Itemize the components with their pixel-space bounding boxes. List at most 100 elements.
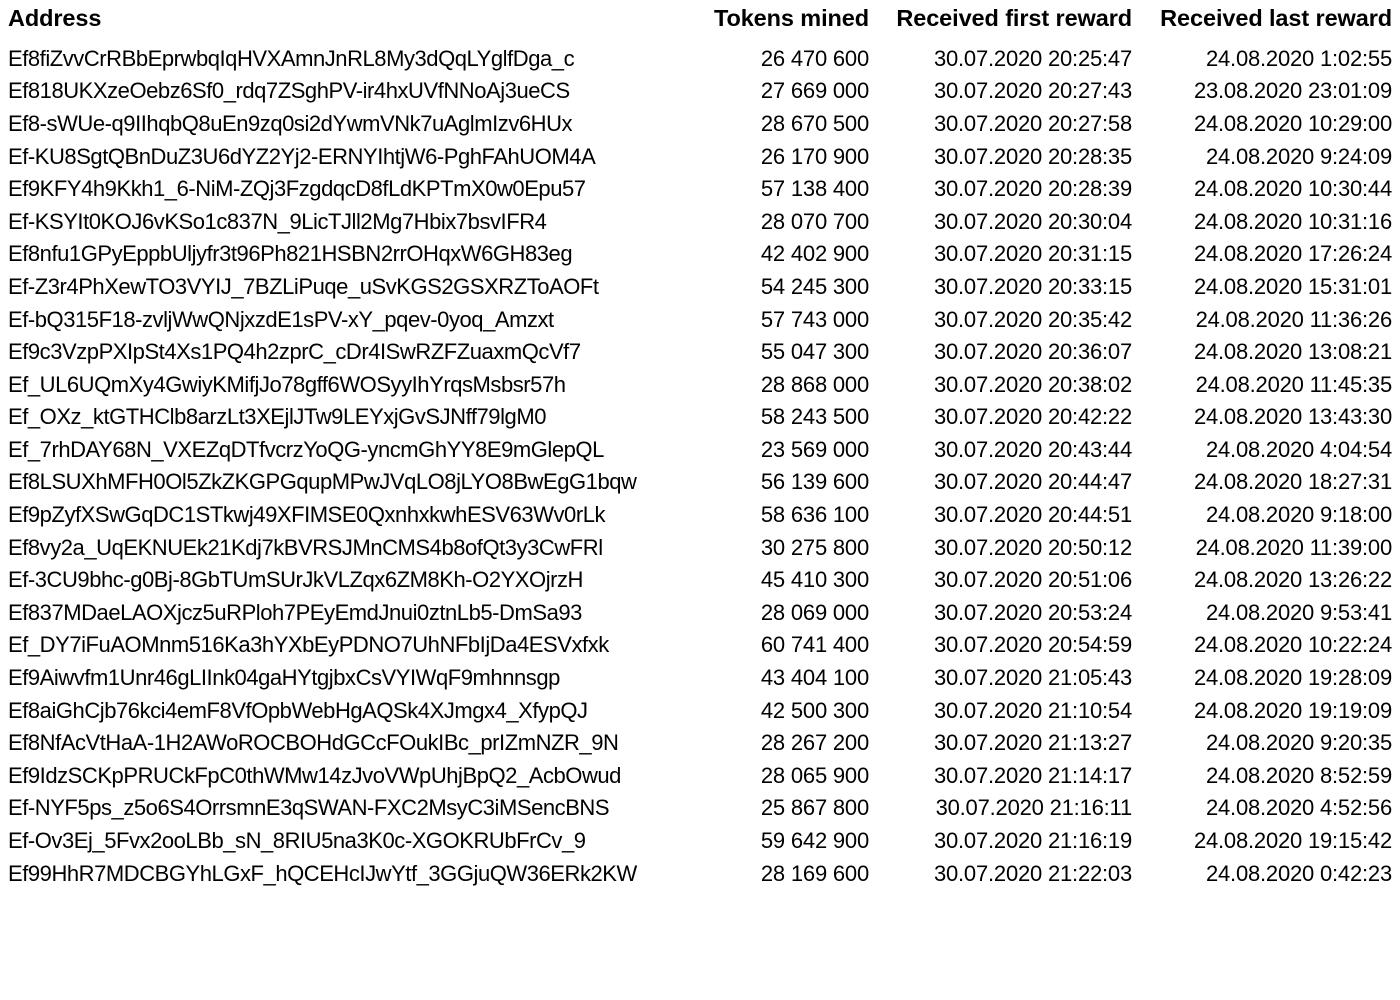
cell-received-last-reward: 24.08.2020 19:15:42 bbox=[1193, 828, 1392, 853]
cell-tokens-mined: 58 636 100 bbox=[760, 502, 869, 528]
cell-tokens-mined: 28 065 900 bbox=[760, 762, 869, 788]
cell-tokens-mined: 28 169 600 bbox=[760, 860, 869, 886]
cell-received-first-reward: 30.07.2020 21:10:54 bbox=[933, 697, 1132, 723]
column-header-received-first-reward: Received first reward bbox=[896, 5, 1132, 31]
cell-tokens-mined: 28 070 700 bbox=[760, 208, 869, 234]
cell-tokens-mined: 43 404 100 bbox=[760, 665, 869, 691]
cell-received-first-reward: 30.07.2020 20:42:22 bbox=[933, 404, 1132, 430]
cell-address: Ef-NYF5ps_z5o6S4OrrsmnE3qSWAN-FXC2MsyC3i… bbox=[8, 795, 610, 821]
table-row: Ef9Aiwvfm1Unr46gLIInk04gaHYtgjbxCsVYIWqF… bbox=[6, 662, 1394, 695]
cell-tokens-mined: 54 245 300 bbox=[760, 273, 869, 299]
cell-received-first-reward: 30.07.2020 20:28:35 bbox=[933, 143, 1132, 169]
table-row: Ef8aiGhCjb76kci4emF8VfOpbWebHgAQSk4XJmgx… bbox=[6, 695, 1394, 728]
cell-received-last-reward: 24.08.2020 13:08:21 bbox=[1193, 339, 1392, 365]
cell-received-first-reward: 30.07.2020 21:05:43 bbox=[933, 665, 1132, 691]
cell-received-first-reward: 30.07.2020 21:16:19 bbox=[933, 828, 1132, 853]
cell-tokens-mined: 28 670 500 bbox=[760, 110, 869, 136]
cell-address: Ef9c3VzpPXIpSt4Xs1PQ4h2zprC_cDr4ISwRZFZu… bbox=[8, 339, 581, 365]
cell-received-first-reward: 30.07.2020 20:25:47 bbox=[933, 45, 1132, 71]
table-row: Ef8vy2a_UqEKNUEk21Kdj7kBVRSJMnCMS4b8ofQt… bbox=[6, 532, 1394, 565]
table-row: Ef8fiZvvCrRBbEprwbqIqHVXAmnJnRL8My3dQqLY… bbox=[6, 43, 1394, 76]
cell-received-last-reward: 24.08.2020 9:53:41 bbox=[1205, 599, 1392, 625]
cell-received-first-reward: 30.07.2020 21:14:17 bbox=[933, 762, 1132, 788]
cell-address: Ef8fiZvvCrRBbEprwbqIqHVXAmnJnRL8My3dQqLY… bbox=[8, 45, 575, 71]
cell-received-last-reward: 24.08.2020 10:22:24 bbox=[1193, 632, 1392, 658]
table-row: Ef_7rhDAY68N_VXEZqDTfvcrzYoQG-yncmGhYY8E… bbox=[6, 434, 1394, 467]
table-row: Ef8-sWUe-q9IIhqbQ8uEn9zq0si2dYwmVNk7uAgl… bbox=[6, 108, 1394, 141]
cell-received-last-reward: 24.08.2020 13:43:30 bbox=[1193, 404, 1392, 430]
cell-tokens-mined: 55 047 300 bbox=[760, 339, 869, 365]
cell-received-last-reward: 24.08.2020 0:42:23 bbox=[1205, 860, 1392, 886]
cell-received-first-reward: 30.07.2020 20:53:24 bbox=[933, 599, 1132, 625]
cell-received-first-reward: 30.07.2020 20:30:04 bbox=[933, 208, 1132, 234]
table-row: Ef9IdzSCKpPRUCkFpC0thWMw14zJvoVWpUhjBpQ2… bbox=[6, 760, 1394, 793]
cell-received-last-reward: 24.08.2020 9:18:00 bbox=[1205, 502, 1392, 528]
cell-tokens-mined: 27 669 000 bbox=[760, 78, 869, 104]
cell-address: Ef818UKXzeOebz6Sf0_rdq7ZSghPV-ir4hxUVfNN… bbox=[8, 78, 570, 104]
cell-tokens-mined: 28 069 000 bbox=[760, 599, 869, 625]
table-row: Ef9KFY4h9Kkh1_6-NiM-ZQj3FzgdqcD8fLdKPTmX… bbox=[6, 173, 1394, 206]
cell-address: Ef-Z3r4PhXewTO3VYIJ_7BZLiPuqe_uSvKGS2GSX… bbox=[8, 273, 599, 299]
table-row: Ef-Ov3Ej_5Fvx2ooLBb_sN_8RIU5na3K0c-XGOKR… bbox=[6, 825, 1394, 858]
table-row: Ef837MDaeLAOXjcz5uRPloh7PEyEmdJnui0ztnLb… bbox=[6, 597, 1394, 630]
table-row: Ef-KU8SgtQBnDuZ3U6dYZ2Yj2-ERNYIhtjW6-Pgh… bbox=[6, 140, 1394, 173]
cell-received-first-reward: 30.07.2020 20:51:06 bbox=[933, 567, 1132, 593]
cell-address: Ef8vy2a_UqEKNUEk21Kdj7kBVRSJMnCMS4b8ofQt… bbox=[8, 534, 603, 560]
cell-received-last-reward: 24.08.2020 4:04:54 bbox=[1205, 436, 1392, 462]
column-header-address: Address bbox=[8, 5, 102, 31]
cell-tokens-mined: 56 139 600 bbox=[760, 469, 869, 495]
cell-address: Ef9KFY4h9Kkh1_6-NiM-ZQj3FzgdqcD8fLdKPTmX… bbox=[8, 176, 586, 202]
cell-address: Ef-Ov3Ej_5Fvx2ooLBb_sN_8RIU5na3K0c-XGOKR… bbox=[8, 828, 586, 853]
table-row: Ef-KSYIt0KOJ6vKSo1c837N_9LicTJll2Mg7Hbix… bbox=[6, 206, 1394, 239]
cell-received-last-reward: 24.08.2020 1:02:55 bbox=[1205, 45, 1392, 71]
table-row: Ef9pZyfXSwGqDC1STkwj49XFIMSE0QxnhxkwhESV… bbox=[6, 499, 1394, 532]
cell-tokens-mined: 23 569 000 bbox=[760, 436, 869, 462]
cell-tokens-mined: 26 470 600 bbox=[760, 45, 869, 71]
cell-received-first-reward: 30.07.2020 20:27:43 bbox=[933, 78, 1132, 104]
cell-address: Ef8NfAcVtHaA-1H2AWoROCBOHdGCcFOukIBc_prI… bbox=[8, 730, 619, 756]
cell-tokens-mined: 26 170 900 bbox=[760, 143, 869, 169]
cell-received-last-reward: 24.08.2020 19:28:09 bbox=[1193, 665, 1392, 691]
cell-received-last-reward: 24.08.2020 19:19:09 bbox=[1193, 697, 1392, 723]
cell-address: Ef_OXz_ktGTHClb8arzLt3XEjlJTw9LEYxjGvSJN… bbox=[8, 404, 546, 430]
cell-received-last-reward: 24.08.2020 4:52:56 bbox=[1205, 795, 1392, 821]
cell-received-last-reward: 24.08.2020 10:29:00 bbox=[1193, 110, 1392, 136]
table-sheet: Address Tokens mined Received first rewa… bbox=[0, 0, 1400, 1000]
table-row: Ef_UL6UQmXy4GwiyKMifjJo78gff6WOSyyIhYrqs… bbox=[6, 369, 1394, 402]
cell-received-first-reward: 30.07.2020 21:13:27 bbox=[933, 730, 1132, 756]
cell-received-last-reward: 24.08.2020 10:31:16 bbox=[1193, 208, 1392, 234]
cell-received-first-reward: 30.07.2020 20:44:47 bbox=[933, 469, 1132, 495]
cell-received-first-reward: 30.07.2020 20:27:58 bbox=[933, 110, 1132, 136]
cell-tokens-mined: 59 642 900 bbox=[760, 828, 869, 853]
cell-address: Ef9Aiwvfm1Unr46gLIInk04gaHYtgjbxCsVYIWqF… bbox=[8, 665, 560, 691]
cell-address: Ef8-sWUe-q9IIhqbQ8uEn9zq0si2dYwmVNk7uAgl… bbox=[8, 110, 573, 136]
cell-received-first-reward: 30.07.2020 20:33:15 bbox=[933, 273, 1132, 299]
cell-address: Ef8aiGhCjb76kci4emF8VfOpbWebHgAQSk4XJmgx… bbox=[8, 697, 588, 723]
cell-received-last-reward: 24.08.2020 11:45:35 bbox=[1195, 371, 1393, 397]
cell-received-last-reward: 24.08.2020 11:39:00 bbox=[1195, 534, 1393, 560]
cell-address: Ef_7rhDAY68N_VXEZqDTfvcrzYoQG-yncmGhYY8E… bbox=[8, 436, 604, 462]
cell-address: Ef9pZyfXSwGqDC1STkwj49XFIMSE0QxnhxkwhESV… bbox=[8, 502, 606, 528]
table-row: Ef8LSUXhMFH0Ol5ZkZKGPGqupMPwJVqLO8jLYO8B… bbox=[6, 466, 1394, 499]
tokens-mined-table: Address Tokens mined Received first rewa… bbox=[6, 6, 1394, 890]
table-row: Ef8NfAcVtHaA-1H2AWoROCBOHdGCcFOukIBc_prI… bbox=[6, 727, 1394, 760]
cell-tokens-mined: 57 138 400 bbox=[760, 176, 869, 202]
cell-address: Ef-bQ315F18-zvljWwQNjxzdE1sPV-xY_pqev-0y… bbox=[8, 306, 554, 332]
cell-received-first-reward: 30.07.2020 20:31:15 bbox=[933, 241, 1132, 267]
table-row: Ef-3CU9bhc-g0Bj-8GbTUmSUrJkVLZqx6ZM8Kh-O… bbox=[6, 564, 1394, 597]
column-header-received-last-reward: Received last reward bbox=[1160, 5, 1392, 31]
table-row: Ef818UKXzeOebz6Sf0_rdq7ZSghPV-ir4hxUVfNN… bbox=[6, 75, 1394, 108]
cell-received-first-reward: 30.07.2020 20:54:59 bbox=[933, 632, 1132, 658]
cell-address: Ef-3CU9bhc-g0Bj-8GbTUmSUrJkVLZqx6ZM8Kh-O… bbox=[8, 567, 583, 593]
cell-address: Ef_UL6UQmXy4GwiyKMifjJo78gff6WOSyyIhYrqs… bbox=[8, 371, 566, 397]
cell-address: Ef8LSUXhMFH0Ol5ZkZKGPGqupMPwJVqLO8jLYO8B… bbox=[8, 469, 637, 495]
table-body: Ef8fiZvvCrRBbEprwbqIqHVXAmnJnRL8My3dQqLY… bbox=[6, 43, 1394, 890]
table-row: Ef-Z3r4PhXewTO3VYIJ_7BZLiPuqe_uSvKGS2GSX… bbox=[6, 271, 1394, 304]
cell-address: Ef_DY7iFuAOMnm516Ka3hYXbEyPDNO7UhNFbIjDa… bbox=[8, 632, 609, 658]
cell-received-first-reward: 30.07.2020 20:43:44 bbox=[933, 436, 1132, 462]
table-header: Address Tokens mined Received first rewa… bbox=[6, 6, 1394, 43]
cell-received-last-reward: 24.08.2020 9:20:35 bbox=[1205, 730, 1392, 756]
cell-address: Ef-KSYIt0KOJ6vKSo1c837N_9LicTJll2Mg7Hbix… bbox=[8, 208, 547, 234]
cell-address: Ef99HhR7MDCBGYhLGxF_hQCEHcIJwYtf_3GGjuQW… bbox=[8, 860, 637, 886]
cell-tokens-mined: 57 743 000 bbox=[760, 306, 869, 332]
